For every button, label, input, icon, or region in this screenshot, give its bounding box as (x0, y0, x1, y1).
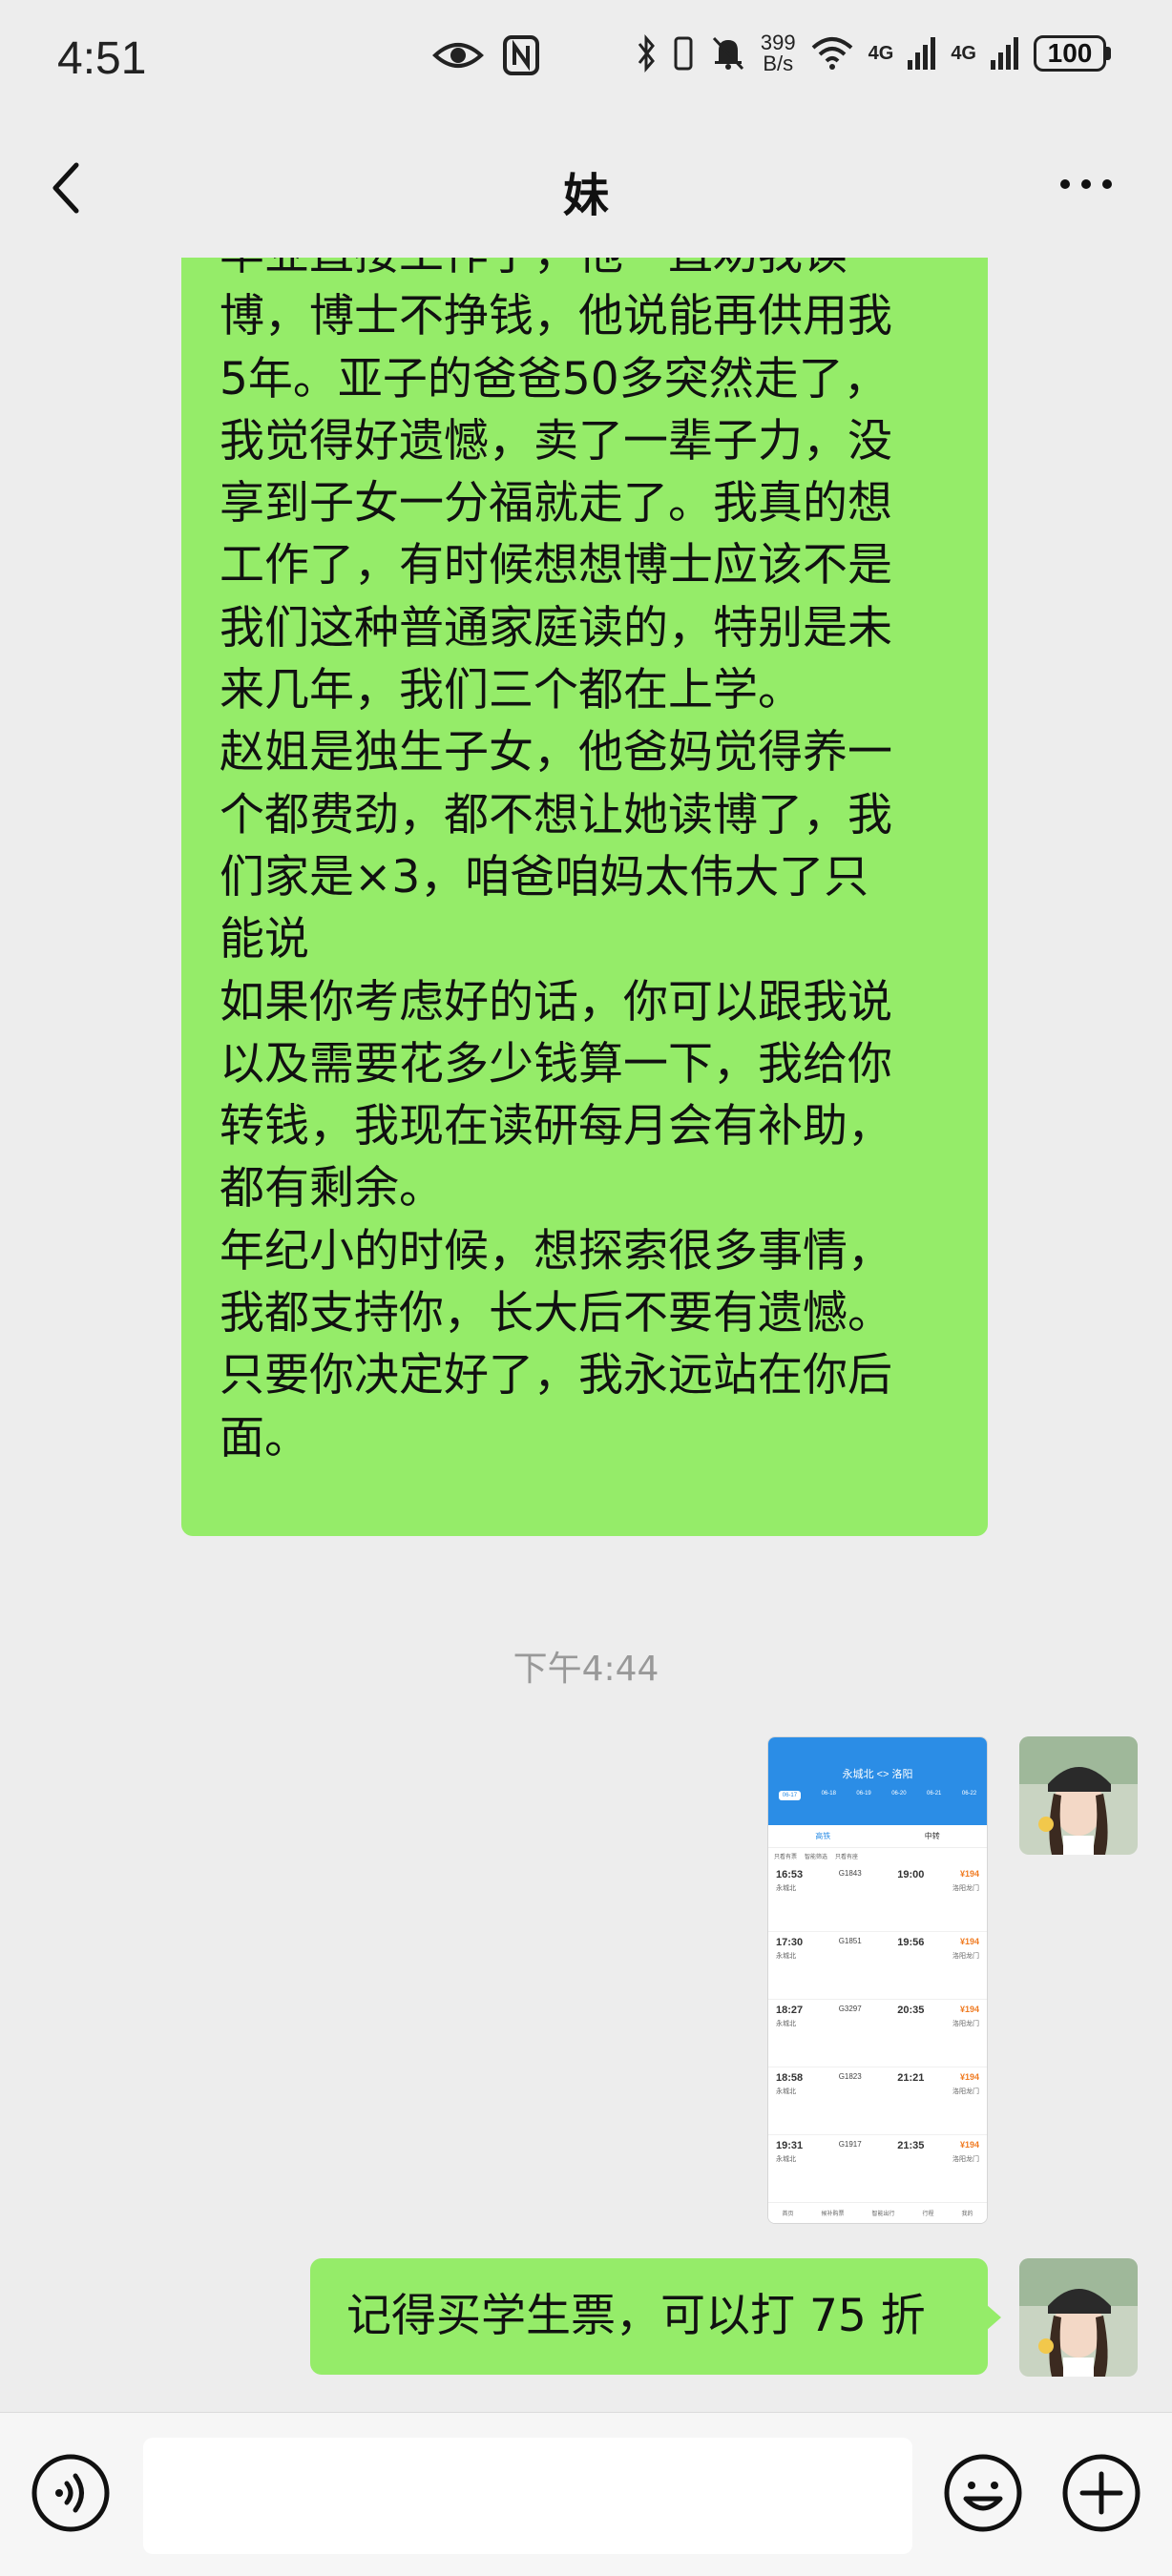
emoji-icon[interactable] (943, 2453, 1023, 2533)
date-item: 06-21 (927, 1791, 942, 1797)
chat-title: 妹 (562, 169, 609, 222)
date-item: 06-18 (821, 1791, 836, 1797)
filter-item: 智能筛选 (805, 1855, 828, 1860)
to-station: 洛阳龙门 (952, 2021, 979, 2027)
signal-1-label: 4G (868, 42, 894, 64)
train-price: ¥194 (959, 1937, 979, 1946)
train-number: G1917 (838, 2140, 862, 2149)
train-row: 18:27 G3297 20:35 ¥194 永城北 洛阳龙门 (768, 2000, 987, 2067)
arrival-time: 21:35 (897, 2140, 925, 2151)
nav-item: 我的 (961, 2212, 973, 2217)
status-left-icons (431, 34, 540, 76)
arrival-time: 19:56 (897, 1937, 925, 1948)
train-number: G1823 (838, 2072, 862, 2081)
input-bar (0, 2412, 1172, 2576)
network-speed: 399 B/s (761, 32, 796, 74)
train-price: ¥194 (959, 2005, 979, 2014)
network-speed-unit: B/s (763, 52, 794, 75)
train-tabs: 高铁 中转 (768, 1825, 987, 1848)
avatar[interactable] (1019, 1736, 1138, 1855)
departure-time: 18:27 (776, 2005, 804, 2016)
message-bubble-incoming[interactable]: 毕业直接工作了，他一直劝我读 博，博士不挣钱，他说能再供用我 5年。亚子的爸爸5… (181, 258, 988, 1536)
message-bubble-outgoing[interactable]: 记得买学生票，可以打 75 折 (310, 2258, 1001, 2375)
message-text: 毕业直接工作了，他一直劝我读 博，博士不挣钱，他说能再供用我 5年。亚子的爸爸5… (220, 258, 892, 1465)
arrival-time: 21:21 (897, 2072, 925, 2084)
nav-item: 首页 (782, 2212, 794, 2217)
from-station: 永城北 (776, 2156, 796, 2163)
departure-time: 19:31 (776, 2140, 804, 2151)
date-strip: 06-17 06-18 06-19 06-20 06-21 06-22 (768, 1791, 987, 1800)
train-row: 18:58 G1823 21:21 ¥194 永城北 洛阳龙门 (768, 2067, 987, 2135)
bubble-tail (986, 2304, 1001, 2331)
tab-gaotie: 高铁 (815, 1832, 831, 1840)
more-icon[interactable] (1057, 177, 1115, 192)
from-station: 永城北 (776, 2088, 796, 2095)
filter-item: 只看有票 (774, 1855, 798, 1860)
train-app-bottom-nav: 首页 候补购票 智能出行 行程 我的 (768, 2202, 987, 2223)
nfc-icon (503, 35, 539, 75)
to-station: 洛阳龙门 (952, 2156, 979, 2163)
nav-item: 行程 (922, 2212, 934, 2217)
train-row: 16:53 G1843 19:00 ¥194 永城北 洛阳龙门 (768, 1864, 987, 1932)
bluetooth-icon (638, 34, 655, 73)
signal-icon (908, 37, 936, 70)
train-number: G1851 (838, 1937, 862, 1945)
eye-icon (432, 43, 484, 68)
filter-item: 只看有座 (835, 1855, 859, 1860)
arrival-time: 20:35 (897, 2005, 925, 2016)
nav-item: 智能出行 (871, 2212, 895, 2217)
plus-icon[interactable] (1061, 2453, 1141, 2533)
departure-time: 18:58 (776, 2072, 804, 2084)
to-station: 洛阳龙门 (952, 1953, 979, 1960)
arrival-time: 19:00 (897, 1869, 925, 1880)
departure-time: 16:53 (776, 1869, 804, 1880)
voice-icon[interactable] (31, 2453, 111, 2533)
network-speed-value: 399 (760, 31, 796, 54)
from-station: 永城北 (776, 1885, 796, 1892)
train-price: ¥194 (959, 2072, 979, 2082)
battery-icon: 100 (1034, 35, 1111, 72)
status-time: 4:51 (57, 33, 147, 84)
battery-level: 100 (1034, 35, 1106, 72)
nav-item: 候补购票 (821, 2212, 845, 2217)
chat-area[interactable]: 毕业直接工作了，他一直劝我读 博，博士不挣钱，他说能再供用我 5年。亚子的爸爸5… (0, 258, 1172, 2412)
message-text: 记得买学生票，可以打 75 折 (346, 2290, 926, 2342)
train-list: 16:53 G1843 19:00 ¥194 永城北 洛阳龙门 17:30 G1851 19… (768, 1864, 987, 2203)
to-station: 洛阳龙门 (952, 2088, 979, 2095)
train-number: G1843 (838, 1869, 862, 1878)
message-input[interactable] (143, 2438, 912, 2554)
train-number: G3297 (838, 2005, 862, 2013)
mute-bell-icon (712, 36, 744, 71)
train-app-header: 永城北 <> 洛阳 06-17 06-18 06-19 06-20 06-21 … (768, 1737, 987, 1825)
vibrate-icon (674, 36, 693, 71)
date-item: 06-17 (778, 1791, 802, 1800)
message-timestamp: 下午4:44 (513, 1650, 659, 1689)
to-station: 洛阳龙门 (952, 1885, 979, 1892)
from-station: 永城北 (776, 1953, 796, 1960)
departure-time: 17:30 (776, 1937, 804, 1948)
signal-2-label: 4G (951, 42, 976, 64)
train-price: ¥194 (959, 2140, 979, 2150)
train-row: 19:31 G1917 21:35 ¥194 永城北 洛阳龙门 (768, 2135, 987, 2203)
signal-icon (991, 37, 1018, 70)
chat-header: 妹 (0, 119, 1172, 258)
wifi-icon (811, 37, 852, 70)
tab-transfer: 中转 (924, 1832, 940, 1840)
date-item: 06-22 (961, 1791, 977, 1797)
train-row: 17:30 G1851 19:56 ¥194 永城北 洛阳龙门 (768, 1932, 987, 2000)
date-item: 06-20 (891, 1791, 907, 1797)
from-station: 永城北 (776, 2021, 796, 2027)
date-item: 06-19 (856, 1791, 871, 1797)
train-price: ¥194 (959, 1869, 979, 1879)
train-filters: 只看有票 智能筛选 只看有座 (768, 1848, 987, 1864)
train-route: 永城北 <> 洛阳 (842, 1769, 913, 1780)
status-bar: 4:51 399 B/s 4G 4G 100 (0, 0, 1172, 119)
status-right-icons: 399 B/s 4G 4G 100 (637, 32, 1111, 74)
image-message-thumbnail[interactable]: 永城北 <> 洛阳 06-17 06-18 06-19 06-20 06-21 … (767, 1736, 988, 2224)
avatar[interactable] (1019, 2258, 1138, 2377)
